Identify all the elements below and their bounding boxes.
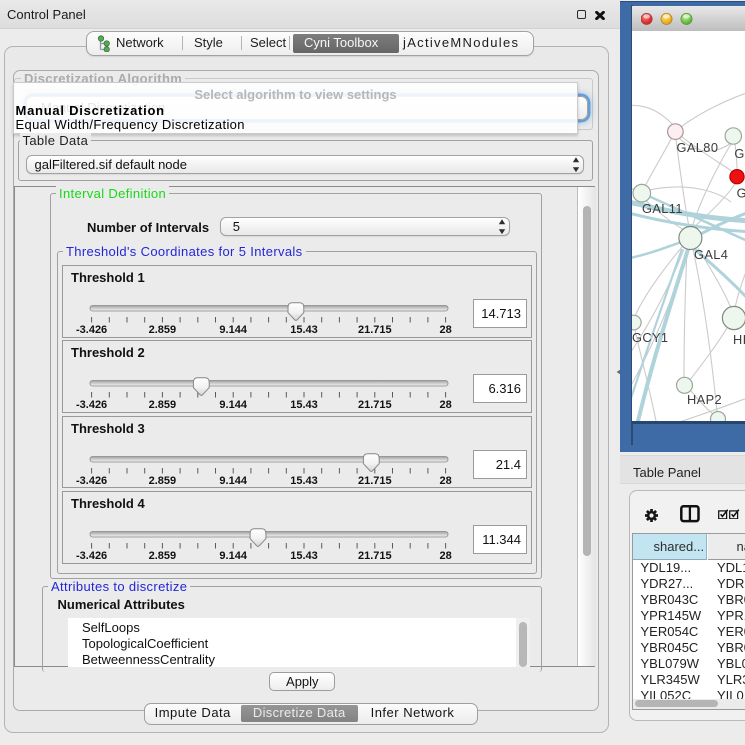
svg-text:9.144: 9.144 (219, 550, 247, 562)
svg-text:GAL80: GAL80 (677, 140, 719, 155)
svg-text:HAP2: HAP2 (687, 392, 722, 407)
svg-text:15.43: 15.43 (290, 550, 318, 562)
svg-text:21.715: 21.715 (358, 324, 392, 336)
svg-text:15.43: 15.43 (290, 324, 318, 336)
svg-text:9.144: 9.144 (219, 475, 247, 487)
svg-text:2.859: 2.859 (149, 550, 177, 562)
svg-text:-3.426: -3.426 (76, 399, 107, 411)
svg-text:-3.426: -3.426 (76, 550, 107, 562)
svg-text:21.715: 21.715 (358, 399, 392, 411)
svg-text:28: 28 (439, 324, 451, 336)
svg-text:GAL4: GAL4 (694, 247, 728, 262)
svg-text:28: 28 (439, 550, 451, 562)
svg-text:2.859: 2.859 (149, 324, 177, 336)
svg-text:2.859: 2.859 (149, 475, 177, 487)
svg-text:HIS: HIS (733, 332, 745, 347)
svg-text:28: 28 (439, 475, 451, 487)
svg-text:28: 28 (439, 399, 451, 411)
svg-text:2.859: 2.859 (149, 399, 177, 411)
svg-text:GAL11: GAL11 (642, 201, 683, 216)
svg-text:-3.426: -3.426 (76, 324, 107, 336)
svg-text:15.43: 15.43 (290, 475, 318, 487)
svg-text:15.43: 15.43 (290, 399, 318, 411)
svg-text:GCY1: GCY1 (632, 330, 668, 345)
svg-text:9.144: 9.144 (219, 324, 247, 336)
svg-text:21.715: 21.715 (358, 550, 392, 562)
svg-text:-3.426: -3.426 (76, 475, 107, 487)
svg-text:G: G (737, 186, 745, 201)
svg-text:9.144: 9.144 (219, 399, 247, 411)
svg-text:21.715: 21.715 (358, 475, 392, 487)
svg-text:GA: GA (734, 146, 745, 161)
